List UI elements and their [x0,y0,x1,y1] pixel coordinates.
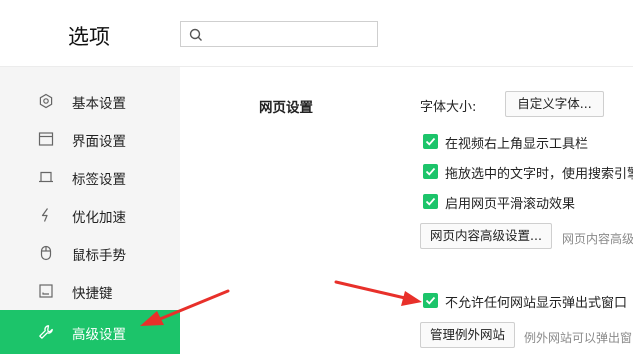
sidebar-item-shortcuts[interactable]: 快捷键 [0,272,180,310]
keyboard-icon [38,283,54,299]
mouse-icon [38,245,54,261]
checkbox-label: 拖放选中的文字时，使用搜索引擎 [445,167,633,182]
checkbox-checked[interactable] [423,293,438,308]
custom-font-button[interactable]: 自定义字体... [505,91,604,117]
search-icon [189,27,203,46]
wrench-icon [38,324,54,340]
page-title: 选项 [68,25,110,49]
search-input[interactable] [209,24,369,44]
sidebar-item-tabs[interactable]: 标签设置 [0,158,180,196]
sidebar-item-label: 基本设置 [72,96,126,112]
lightning-icon [38,207,54,223]
sidebar-item-label: 优化加速 [72,210,126,226]
advanced-content-settings-button[interactable]: 网页内容高级设置... [420,223,552,249]
tab-icon [38,169,54,185]
sidebar-item-label: 快捷键 [72,286,113,302]
gear-icon [38,93,54,109]
checkbox-label: 在视频右上角显示工具栏 [445,137,589,152]
sidebar: 基本设置 界面设置 标签设置 优化加速 鼠标手势 快捷键 高级设置 [0,67,180,354]
sidebar-item-label: 标签设置 [72,172,126,188]
sidebar-item-label: 鼠标手势 [72,248,126,264]
manage-exceptions-button[interactable]: 管理例外网站 [420,322,515,348]
checkbox-checked[interactable] [423,134,438,149]
window-icon [38,131,54,147]
section-title-webpage: 网页设置 [259,100,313,116]
search-box[interactable] [180,21,378,47]
sidebar-item-mouse-gestures[interactable]: 鼠标手势 [0,234,180,272]
sidebar-item-basic[interactable]: 基本设置 [0,82,180,120]
arrow-to-popup-checkbox [334,280,422,306]
sidebar-item-optimize[interactable]: 优化加速 [0,196,180,234]
advanced-content-hint: 网页内容高级 [562,232,633,246]
checkbox-label: 启用网页平滑滚动效果 [445,197,576,212]
exceptions-hint: 例外网站可以弹出窗 [524,331,633,345]
header-bar: 选项 [0,0,633,67]
font-size-label: 字体大小: [420,100,477,115]
sidebar-item-label: 高级设置 [72,327,126,343]
checkbox-checked[interactable] [423,164,438,179]
sidebar-item-interface[interactable]: 界面设置 [0,120,180,158]
sidebar-item-label: 界面设置 [72,134,126,150]
checkbox-label: 不允许任何网站显示弹出式窗口 [445,296,628,311]
checkbox-checked[interactable] [423,194,438,209]
sidebar-item-advanced[interactable]: 高级设置 [0,310,180,354]
